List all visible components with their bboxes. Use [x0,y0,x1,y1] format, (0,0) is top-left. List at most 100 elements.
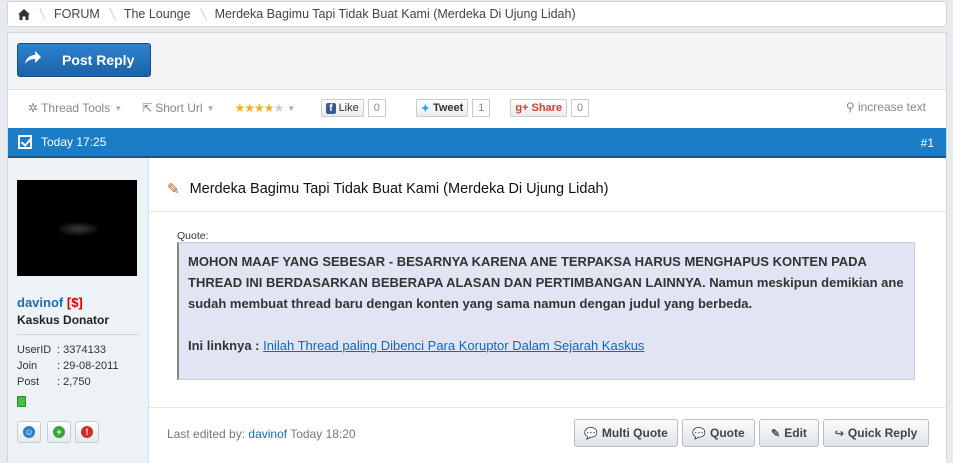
facebook-like-button[interactable]: f Like [321,99,364,117]
multi-quote-label: Multi Quote [601,426,668,440]
edited-time: Today 18:20 [287,427,356,441]
stat-key: Join [17,360,38,372]
short-url-label: Short Url [155,101,203,115]
share-icon: ⇱ [142,101,153,115]
quick-reply-label: Quick Reply [847,426,918,440]
plus-icon: + [53,426,65,438]
user-stat-post: Post : 2,750 [17,376,91,388]
post-date: Today 17:25 [41,135,107,149]
username[interactable]: davinof [$] [17,295,83,310]
quick-reply-button[interactable]: ↪ Quick Reply [823,419,929,447]
post-number[interactable]: #1 [921,136,934,150]
divider [17,334,139,335]
short-url-menu[interactable]: ⇱ Short Url ▼ [142,101,214,115]
divider [149,407,946,408]
twitter-icon: ✦ [420,102,430,115]
edit-label: Edit [784,426,807,440]
quote-text: MOHON MAAF YANG SEBESAR - BESARNYA KAREN… [188,251,906,314]
comments-icon: 💬 [584,427,598,440]
facebook-like: f Like 0 [321,99,386,117]
alert-icon: ! [81,426,93,438]
avatar[interactable] [17,180,137,276]
increase-text-link[interactable]: ⚲ increase text [846,100,926,114]
tweet-label: Tweet [432,102,464,114]
post-reply-button[interactable]: Post Reply [17,43,151,77]
link-prefix: Ini linknya : [188,338,264,353]
chevron-down-icon: ▼ [206,103,215,113]
chevron-down-icon: ▼ [287,103,296,113]
user-stat-join: Join : 29-08-2011 [17,360,119,372]
breadcrumb-the-lounge[interactable]: The Lounge [112,2,203,26]
thread-toolbar: ✲ Thread Tools ▼ ⇱ Short Url ▼ ★★★★★ ▼ f… [8,90,946,126]
comment-icon: 💬 [692,427,707,440]
star-icon[interactable]: ★ [234,101,245,115]
quote-link-line: Ini linknya : Inilah Thread paling Diben… [188,335,906,356]
gplus-share: g+ Share 0 [510,99,590,117]
post-title-text: Merdeka Bagimu Tapi Tidak Buat Kami (Mer… [189,181,609,197]
reply-arrow-icon: ↪ [834,427,844,440]
increase-text-label: increase text [857,100,926,114]
chevron-down-icon: ▼ [114,103,123,113]
user-sidebar: davinof [$] Kaskus Donator UserID: 33741… [8,158,149,463]
google-plus-icon: g+ [515,102,529,114]
multi-quote-button[interactable]: 💬 Multi Quote [574,419,678,447]
donator-badge: [$] [66,295,83,310]
thread-panel: Post Reply ✲ Thread Tools ▼ ⇱ Short Url … [7,32,947,463]
facebook-like-count: 0 [367,99,386,117]
user-stat-userid: UserID: 3374133 [17,344,106,356]
gear-icon: ✲ [28,101,39,115]
quote-button[interactable]: 💬 Quote [682,419,755,447]
home-link[interactable] [8,2,42,26]
reply-arrow-icon [18,50,48,70]
stat-value: : 2,750 [57,376,91,388]
pencil-icon: ✎ [167,181,180,198]
post-reply-label: Post Reply [62,52,135,68]
reply-bar: Post Reply [8,33,946,90]
star-icon[interactable]: ★ [244,101,255,115]
rating-menu[interactable]: ★★★★★ ▼ [234,101,295,115]
new-thread-link[interactable]: Inilah Thread paling Dibenci Para Korupt… [263,338,644,353]
checkbox-icon[interactable] [18,135,32,149]
divider [149,211,946,212]
breadcrumb-forum[interactable]: FORUM [42,2,112,26]
edit-icon: ✎ [771,427,781,440]
tweet-count: 1 [472,99,491,117]
stat-value: : 29-08-2011 [57,360,119,372]
stat-key: Post [17,376,40,388]
tweet-button[interactable]: ✦ Tweet [415,99,469,117]
avatar-eye [57,222,99,236]
star-icon[interactable]: ★ [274,101,285,115]
thread-tools-label: Thread Tools [41,101,111,115]
username-text: davinof [17,295,64,310]
quote-label: Quote: [177,230,209,242]
post-title: ✎ Merdeka Bagimu Tapi Tidak Buat Kami (M… [167,180,608,198]
stat-value: : 3374133 [57,344,106,356]
quote-block: MOHON MAAF YANG SEBESAR - BESARNYA KAREN… [177,242,915,380]
facebook-icon: f [326,102,336,114]
edited-user-link[interactable]: davinof [248,427,287,441]
thread-tools-menu[interactable]: ✲ Thread Tools ▼ [28,101,122,115]
gplus-share-label: Share [531,102,563,114]
star-icon[interactable]: ★ [254,101,265,115]
breadcrumb-current-thread: Merdeka Bagimu Tapi Tidak Buat Kami (Mer… [214,7,576,21]
home-icon [18,8,30,20]
post-body: ✎ Merdeka Bagimu Tapi Tidak Buat Kami (M… [149,158,946,463]
tweet: ✦ Tweet 1 [415,99,491,117]
view-profile-button[interactable]: ☺ [17,421,41,443]
give-reputation-button[interactable]: + [47,421,71,443]
report-button[interactable]: ! [75,421,99,443]
edited-prefix: Last edited by: [167,427,249,441]
zoom-icon: ⚲ [845,100,855,114]
rating-stars: ★★★★★ [234,101,285,115]
profile-icon: ☺ [23,426,35,438]
edit-button[interactable]: ✎ Edit [759,419,819,447]
post-header: Today 17:25 #1 [8,128,946,158]
gplus-share-button[interactable]: g+ Share [510,99,568,117]
user-title: Kaskus Donator [17,313,110,327]
facebook-like-label: Like [338,102,359,114]
gplus-share-count: 0 [571,99,590,117]
last-edited-note: Last edited by: davinof Today 18:20 [167,427,356,441]
quote-label-button: Quote [710,426,745,440]
star-icon[interactable]: ★ [264,101,275,115]
online-status-icon [17,396,26,407]
